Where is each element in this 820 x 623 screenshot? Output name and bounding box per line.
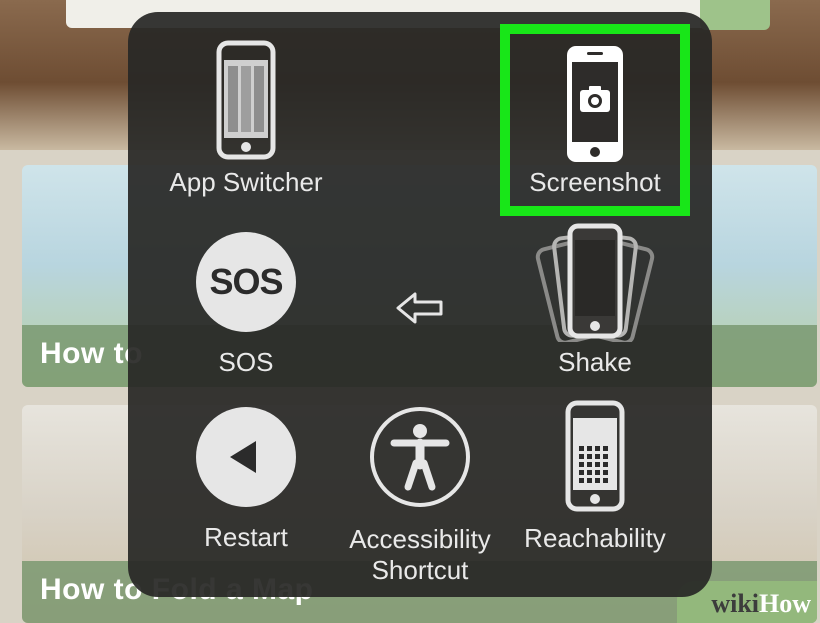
menu-item-sos[interactable]: SOS SOS — [156, 232, 336, 382]
menu-item-label: Restart — [204, 522, 288, 552]
app-switcher-icon — [216, 40, 276, 160]
menu-item-label: App Switcher — [169, 167, 323, 197]
menu-item-label-line2: Shortcut — [371, 555, 469, 585]
menu-item-label: Reachability — [524, 523, 666, 553]
watermark-suffix: How — [759, 589, 811, 618]
menu-item-screenshot[interactable]: Screenshot — [505, 40, 685, 210]
shake-phones-icon — [535, 223, 655, 342]
camera-phone-icon — [567, 46, 623, 162]
sos-icon-text: SOS — [209, 261, 283, 302]
menu-item-label-line1: Accessibility — [349, 524, 491, 554]
background-search-button — [700, 0, 770, 30]
menu-item-label: SOS — [218, 347, 274, 377]
menu-item-label: Shake — [558, 347, 632, 377]
watermark-prefix: wiki — [711, 589, 759, 618]
accessibility-icon — [370, 407, 470, 507]
menu-item-label: Screenshot — [529, 167, 661, 197]
menu-back-button[interactable] — [330, 280, 510, 340]
reachability-icon — [565, 400, 625, 512]
menu-item-restart[interactable]: Restart — [156, 405, 336, 555]
back-arrow-icon — [396, 292, 443, 324]
menu-item-app-switcher[interactable]: App Switcher — [156, 40, 336, 210]
menu-item-reachability[interactable]: Reachability — [505, 400, 685, 560]
sos-icon: SOS — [196, 232, 296, 332]
menu-item-shake[interactable]: Shake — [505, 222, 685, 382]
restart-icon — [196, 407, 296, 507]
menu-item-accessibility-shortcut[interactable]: Accessibility Shortcut — [330, 405, 510, 585]
